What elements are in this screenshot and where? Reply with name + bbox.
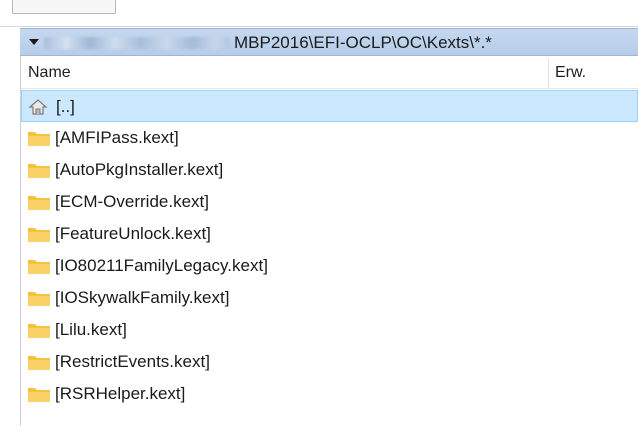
folder-label: [Lilu.kext]	[55, 320, 127, 339]
column-header-extension[interactable]: Erw.	[555, 64, 586, 82]
folder-icon	[28, 292, 50, 306]
parent-directory-label: [..]	[56, 97, 75, 116]
folder-icon	[28, 260, 50, 274]
folder-label: [AutoPkgInstaller.kext]	[55, 160, 224, 179]
file-list: [..] [AMFIPass.kext] [AutoPkgInstaller.k…	[21, 90, 638, 410]
folder-label: [ECM-Override.kext]	[55, 192, 209, 211]
folder-row[interactable]: [ECM-Override.kext]	[21, 186, 638, 218]
tab-strip	[0, 0, 638, 27]
folder-icon	[28, 356, 50, 370]
up-folder-icon	[28, 99, 48, 115]
column-separator[interactable]	[548, 58, 549, 88]
file-manager-panel: MBP2016\EFI-OCLP\OC\Kexts\*.* Name Erw. …	[0, 0, 638, 426]
folder-row[interactable]: [AutoPkgInstaller.kext]	[21, 154, 638, 186]
path-bar[interactable]: MBP2016\EFI-OCLP\OC\Kexts\*.*	[20, 28, 638, 56]
folder-row[interactable]: [FeatureUnlock.kext]	[21, 218, 638, 250]
parent-directory-row[interactable]: [..]	[21, 90, 638, 122]
folder-icon	[28, 388, 50, 402]
folder-label: [IO80211FamilyLegacy.kext]	[55, 256, 268, 275]
folder-label: [IOSkywalkFamily.kext]	[55, 288, 230, 307]
folder-row[interactable]: [AMFIPass.kext]	[21, 122, 638, 154]
folder-icon	[28, 132, 50, 146]
column-header-row: Name Erw.	[21, 58, 638, 89]
path-text: MBP2016\EFI-OCLP\OC\Kexts\*.*	[234, 33, 492, 52]
folder-row[interactable]: [IO80211FamilyLegacy.kext]	[21, 250, 638, 282]
redacted-path-segment	[44, 37, 230, 49]
folder-row[interactable]: [IOSkywalkFamily.kext]	[21, 282, 638, 314]
folder-row[interactable]: [RSRHelper.kext]	[21, 378, 638, 410]
folder-label: [FeatureUnlock.kext]	[55, 224, 211, 243]
panel-tab[interactable]	[12, 0, 116, 14]
folder-icon	[28, 228, 50, 242]
folder-icon	[28, 164, 50, 178]
folder-label: [AMFIPass.kext]	[55, 128, 179, 147]
folder-label: [RSRHelper.kext]	[55, 384, 186, 403]
dropdown-arrow-icon[interactable]	[29, 39, 39, 45]
folder-row[interactable]: [Lilu.kext]	[21, 314, 638, 346]
folder-icon	[28, 196, 50, 210]
folder-row[interactable]: [RestrictEvents.kext]	[21, 346, 638, 378]
folder-icon	[28, 324, 50, 338]
folder-label: [RestrictEvents.kext]	[55, 352, 210, 371]
column-header-name[interactable]: Name	[28, 64, 71, 82]
